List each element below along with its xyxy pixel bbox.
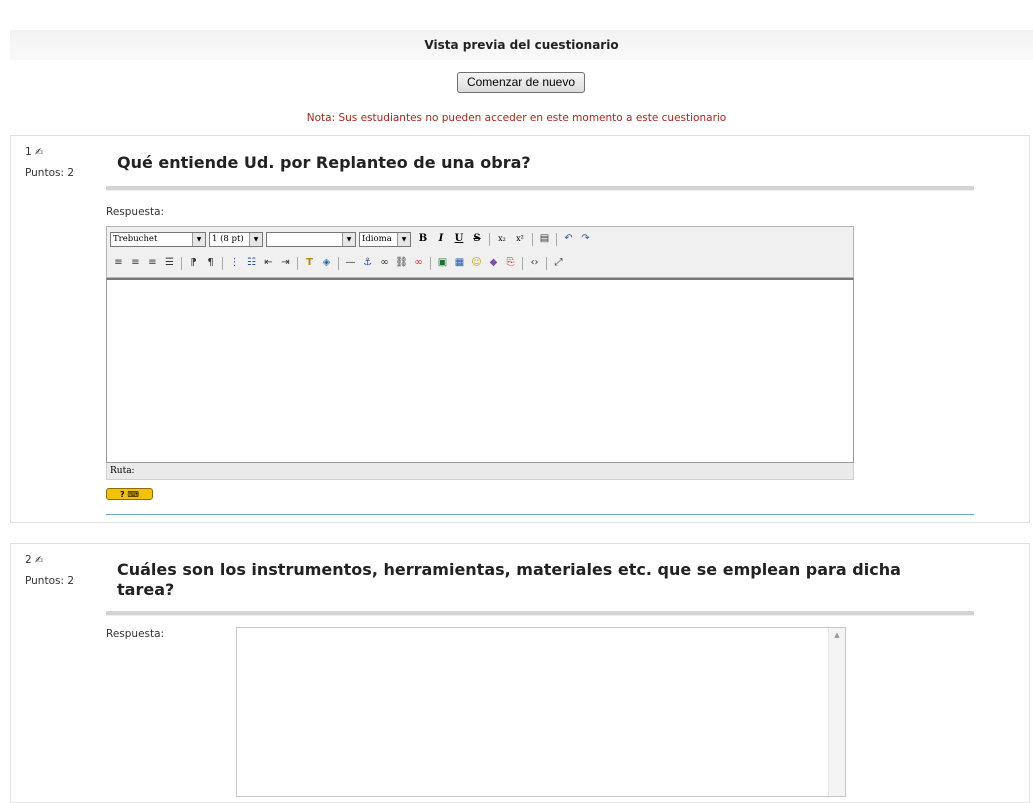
- editor-path-bar: Ruta:: [106, 463, 854, 480]
- unordered-list-icon[interactable]: ☷: [245, 257, 258, 269]
- ltr-icon[interactable]: ⁋: [187, 257, 200, 269]
- search-replace-icon[interactable]: ⎘: [504, 257, 517, 269]
- link-icon[interactable]: ∞: [378, 257, 391, 269]
- redo-icon[interactable]: ↷: [579, 233, 592, 245]
- editor-toolbar: Trebuchet ▼ 1 (8 pt) ▼ ▼ Idioma ▼ B I U S x…: [106, 226, 854, 278]
- answer-label: Respuesta:: [106, 206, 165, 218]
- language-select[interactable]: Idioma ▼: [359, 231, 411, 247]
- divider: [106, 611, 974, 616]
- question-text: Qué entiende Ud. por Replanteo de una ob…: [117, 153, 531, 172]
- chevron-down-icon: ▼: [397, 232, 410, 246]
- question-points: Puntos: 2: [25, 575, 75, 587]
- clean-word-icon[interactable]: ▤: [538, 233, 551, 245]
- keyboard-help-button[interactable]: ? ⌨: [106, 488, 153, 500]
- divider: [106, 186, 974, 191]
- toolbar-separator: [546, 256, 547, 270]
- chevron-down-icon: ▼: [249, 232, 262, 246]
- anchor-icon[interactable]: ⚓: [361, 257, 374, 269]
- underline-icon[interactable]: U: [453, 230, 465, 248]
- horizontal-rule-icon[interactable]: —: [344, 257, 357, 269]
- chevron-down-icon: ▼: [342, 232, 355, 246]
- fullscreen-icon[interactable]: ⤢: [552, 257, 565, 269]
- edit-pencil-icon[interactable]: ✍: [35, 147, 43, 158]
- answer-label: Respuesta:: [106, 628, 165, 640]
- toolbar-separator: [532, 232, 533, 246]
- table-icon[interactable]: ▦: [453, 257, 466, 269]
- toolbar-separator: [522, 256, 523, 270]
- strikethrough-icon[interactable]: S: [471, 230, 483, 248]
- question-separator: [106, 514, 974, 515]
- text-color-icon[interactable]: T: [303, 257, 316, 269]
- scrollbar[interactable]: ▲: [828, 628, 845, 796]
- question-2: 2 ✍ Puntos: 2 Cuáles son los instrumento…: [10, 543, 1030, 803]
- subscript-icon[interactable]: x₂: [496, 230, 508, 248]
- undo-icon[interactable]: ↶: [562, 233, 575, 245]
- align-left-icon[interactable]: ≡: [112, 257, 125, 269]
- toolbar-separator: [297, 256, 298, 270]
- image-icon[interactable]: ▣: [436, 257, 449, 269]
- availability-note: Nota: Sus estudiantes no pueden acceder …: [306, 112, 727, 124]
- restart-button[interactable]: Comenzar de nuevo: [457, 72, 585, 93]
- bg-color-icon[interactable]: ◈: [320, 257, 333, 269]
- italic-icon[interactable]: I: [435, 230, 447, 248]
- align-right-icon[interactable]: ≡: [146, 257, 159, 269]
- question-number: 1: [25, 146, 32, 158]
- toolbar-separator: [489, 232, 490, 246]
- ordered-list-icon[interactable]: ⋮: [228, 257, 241, 269]
- edit-pencil-icon[interactable]: ✍: [35, 555, 43, 566]
- question-info: 1 ✍ Puntos: 2: [25, 144, 74, 181]
- toolbar-separator: [338, 256, 339, 270]
- question-1: 1 ✍ Puntos: 2 Qué entiende Ud. por Repla…: [10, 135, 1030, 523]
- toolbar-separator: [556, 232, 557, 246]
- toolbar-separator: [222, 256, 223, 270]
- align-center-icon[interactable]: ≡: [129, 257, 142, 269]
- html-editor: Trebuchet ▼ 1 (8 pt) ▼ ▼ Idioma ▼ B I U S x…: [106, 226, 854, 480]
- nolink-icon[interactable]: ∞: [412, 257, 425, 269]
- toolbar-separator: [430, 256, 431, 270]
- smiley-icon[interactable]: ☺: [470, 257, 483, 269]
- bold-icon[interactable]: B: [417, 230, 429, 248]
- page-title: Vista previa del cuestionario: [10, 30, 1033, 60]
- outdent-icon[interactable]: ⇤: [262, 257, 275, 269]
- question-number: 2: [25, 554, 32, 566]
- scroll-up-icon[interactable]: ▲: [829, 628, 845, 642]
- html-source-icon[interactable]: ‹›: [528, 257, 541, 269]
- question-points: Puntos: 2: [25, 167, 75, 179]
- question-text: Cuáles son los instrumentos, herramienta…: [117, 560, 901, 599]
- superscript-icon[interactable]: x²: [514, 230, 526, 248]
- toolbar-separator: [181, 256, 182, 270]
- rtl-icon[interactable]: ¶: [204, 257, 217, 269]
- answer-textarea[interactable]: ▲: [236, 627, 846, 797]
- style-select[interactable]: ▼: [266, 231, 356, 247]
- indent-icon[interactable]: ⇥: [279, 257, 292, 269]
- chevron-down-icon: ▼: [192, 232, 205, 246]
- special-char-icon[interactable]: ◆: [487, 257, 500, 269]
- editor-content-area[interactable]: [106, 278, 854, 463]
- justify-icon[interactable]: ☰: [163, 257, 176, 269]
- unlink-icon[interactable]: ⛓: [395, 257, 408, 269]
- question-info: 2 ✍ Puntos: 2: [25, 552, 74, 589]
- font-select[interactable]: Trebuchet ▼: [110, 231, 206, 247]
- size-select[interactable]: 1 (8 pt) ▼: [209, 231, 263, 247]
